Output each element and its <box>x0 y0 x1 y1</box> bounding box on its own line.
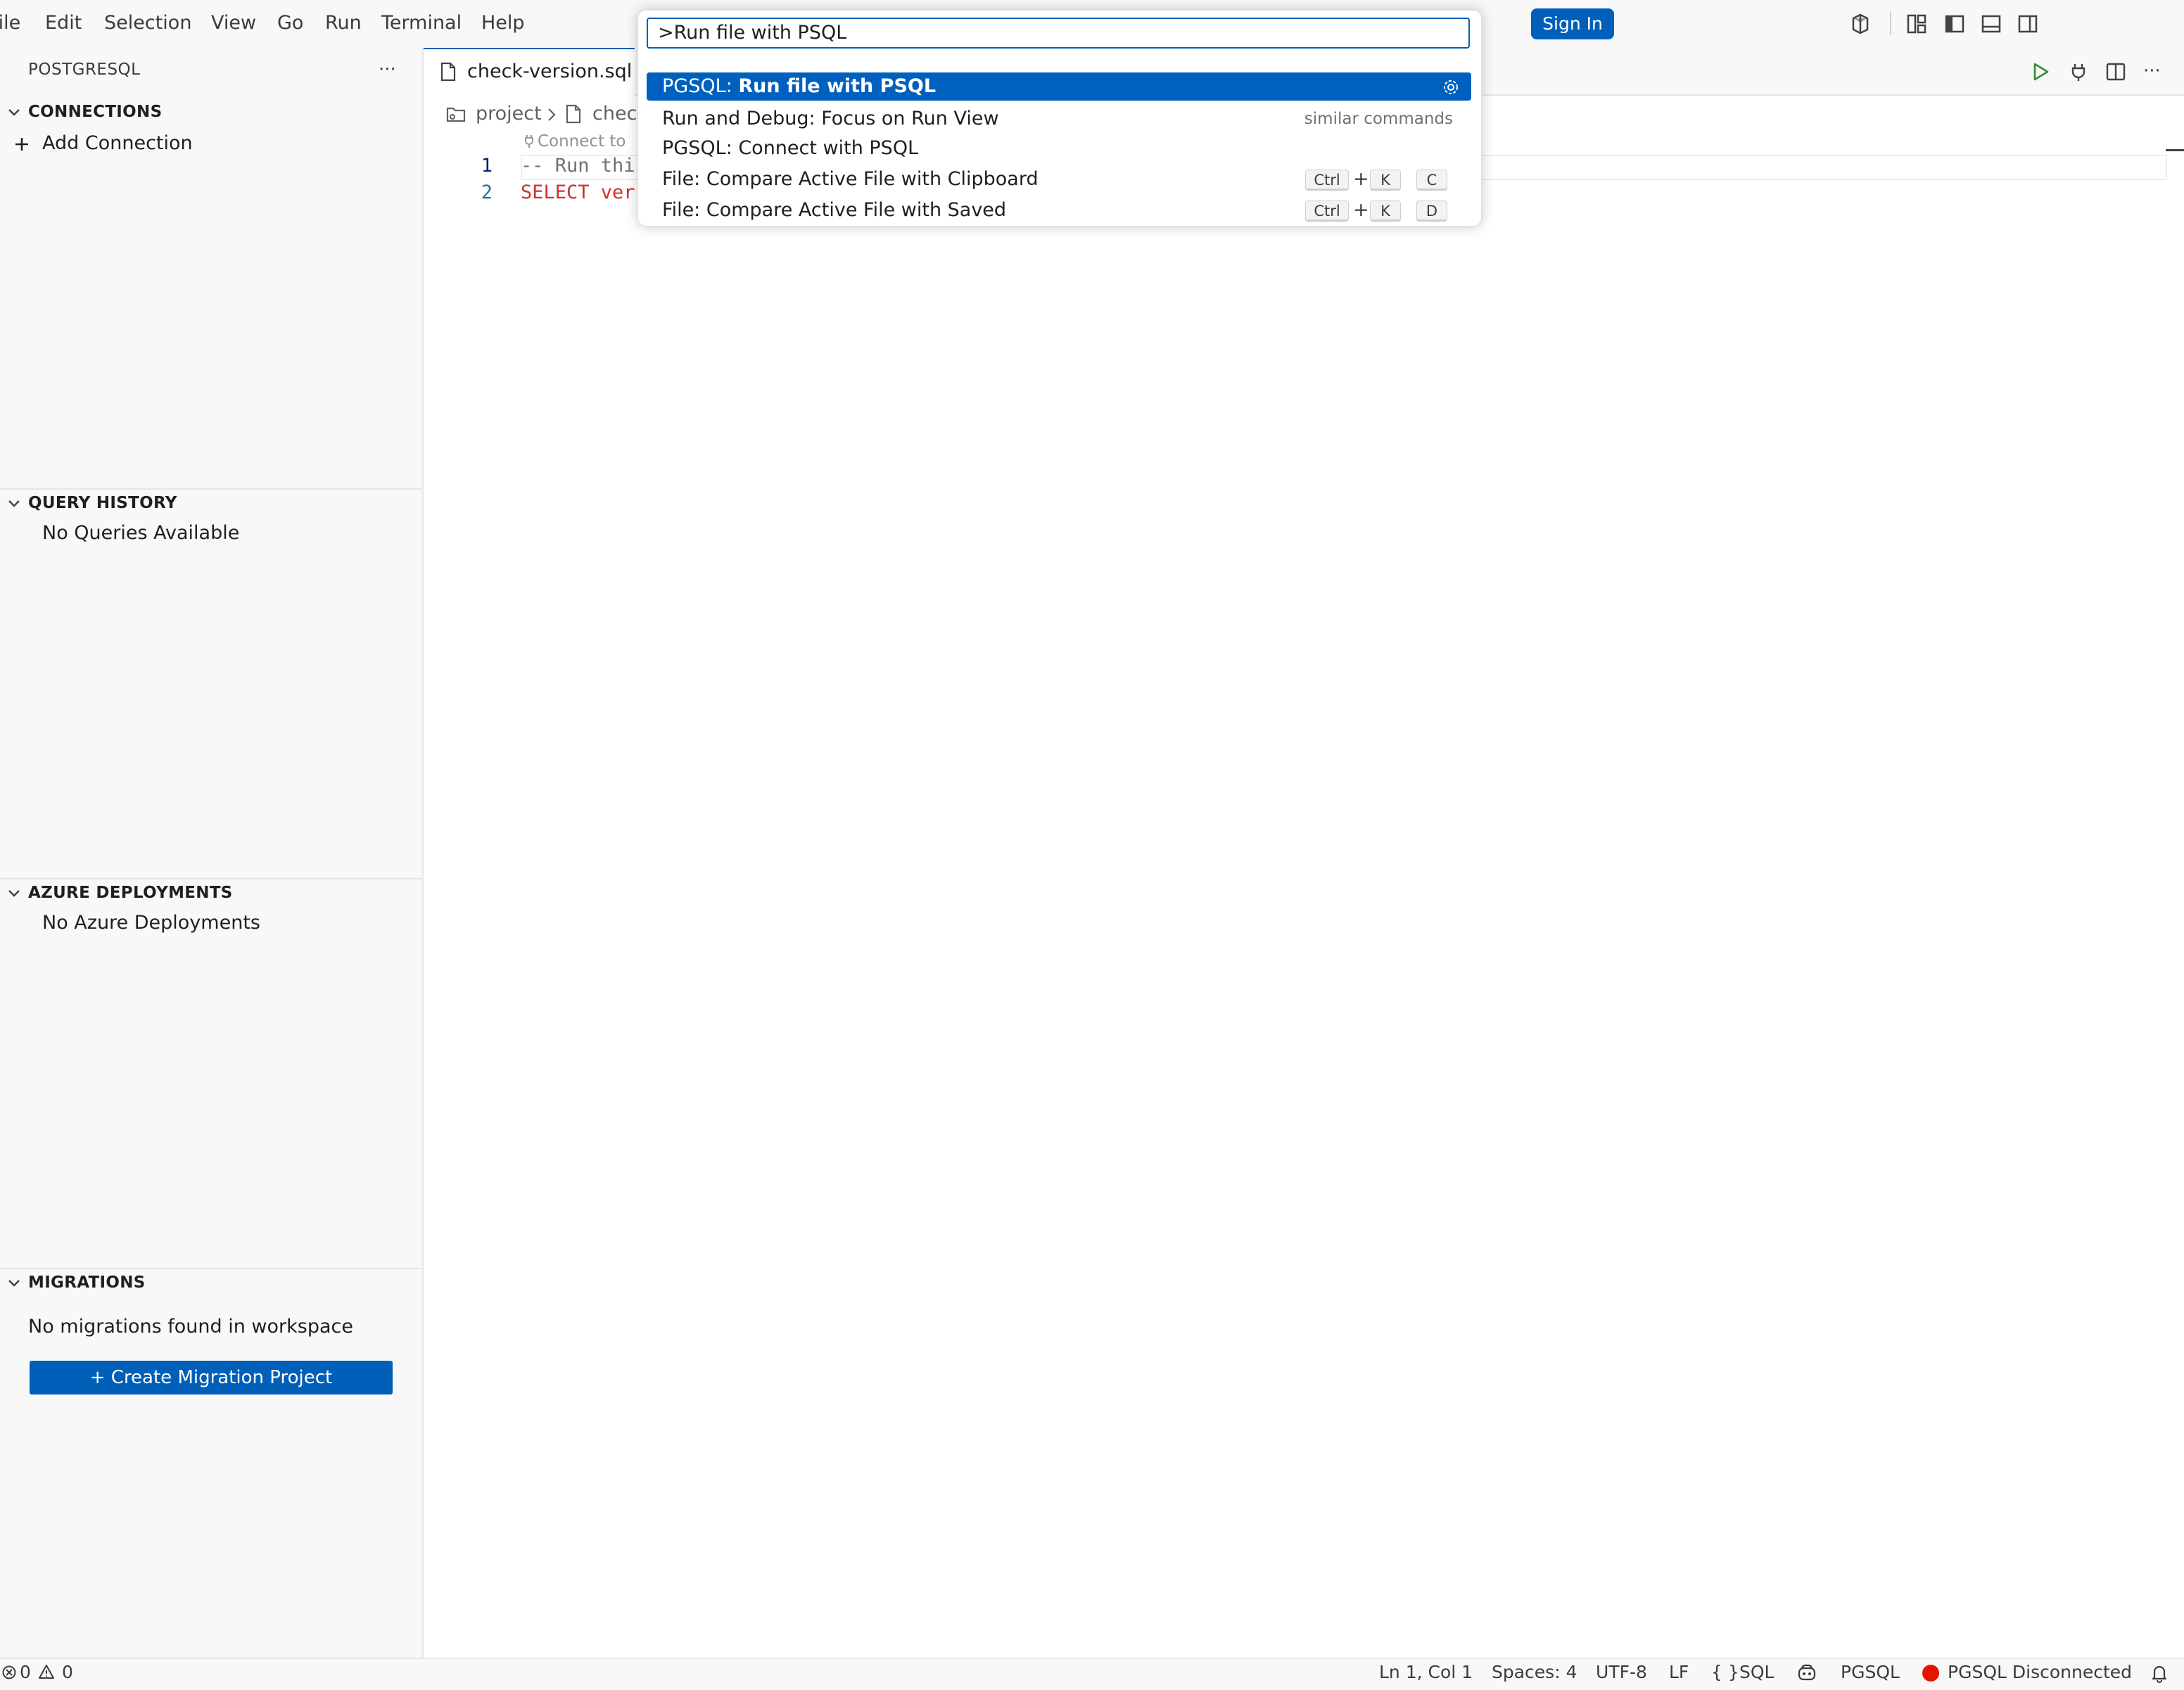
toggle-secondary-sidebar-icon[interactable] <box>2017 13 2039 35</box>
query-history-empty: No Queries Available <box>42 522 240 544</box>
keybinding-key: K <box>1370 170 1401 191</box>
keybinding-key: Ctrl <box>1305 201 1349 222</box>
chevron-down-icon <box>7 887 21 901</box>
palette-item-label: Run and Debug: Focus on Run View <box>662 108 999 129</box>
customize-layout-icon[interactable] <box>1905 13 1928 35</box>
chevron-right-icon <box>546 107 557 122</box>
sidebar <box>0 48 424 1658</box>
section-azure-deployments-label: AZURE DEPLOYMENTS <box>28 884 233 902</box>
run-icon[interactable] <box>2031 62 2050 82</box>
section-migrations-label: MIGRATIONS <box>28 1273 146 1292</box>
palette-item-prefix: PGSQL: <box>662 75 739 97</box>
sidebar-more-actions-icon[interactable]: ··· <box>379 59 396 80</box>
line-number: 1 <box>481 155 493 177</box>
keybinding-plus: + <box>1353 199 1369 221</box>
overview-ruler-cursor <box>2166 149 2184 151</box>
palette-item-label: File: Compare Active File with Saved <box>662 199 1007 221</box>
menu-file[interactable]: File <box>0 11 32 35</box>
folder-icon <box>446 104 466 124</box>
error-icon[interactable] <box>1 1665 17 1680</box>
menu-terminal[interactable]: Terminal <box>381 11 462 35</box>
chevron-down-icon <box>7 497 21 511</box>
keybinding-key: C <box>1416 170 1447 191</box>
copilot-status-icon[interactable] <box>1796 1662 1818 1683</box>
codelens-connect[interactable]: Connect to <box>538 132 626 151</box>
azure-deployments-empty: No Azure Deployments <box>42 912 260 934</box>
keybinding-key: Ctrl <box>1305 170 1349 191</box>
add-connection-button[interactable]: Add Connection <box>42 132 193 154</box>
line-number: 2 <box>481 182 493 203</box>
pgsql-connection-status[interactable]: PGSQL Disconnected <box>1948 1662 2132 1682</box>
keybinding-key: D <box>1416 201 1447 222</box>
warning-count[interactable]: 0 <box>62 1662 73 1682</box>
toggle-primary-sidebar-icon[interactable] <box>1943 13 1966 35</box>
gear-icon[interactable] <box>1442 78 1460 96</box>
plus-icon[interactable] <box>14 136 30 152</box>
menu-view[interactable]: View <box>211 11 256 35</box>
menu-help[interactable]: Help <box>481 11 525 35</box>
palette-item-focus-run-view[interactable]: Run and Debug: Focus on Run View similar… <box>647 105 1471 133</box>
braces-icon: { } <box>1711 1662 1739 1682</box>
section-query-history[interactable]: QUERY HISTORY <box>0 490 422 518</box>
menu-run[interactable]: Run <box>325 11 362 35</box>
palette-item-hint: similar commands <box>1304 110 1453 128</box>
palette-item-run-file-with-psql[interactable]: PGSQL: Run file with PSQL <box>647 72 1471 101</box>
command-palette: >Run file with PSQL PGSQL: Run file with… <box>637 10 1482 227</box>
create-migration-project-button[interactable]: + Create Migration Project <box>30 1361 393 1394</box>
breadcrumb-file[interactable]: chec <box>592 103 637 125</box>
code-line[interactable]: -- Run thi <box>521 155 635 177</box>
encoding[interactable]: UTF-8 <box>1596 1662 1647 1682</box>
migrations-empty: No migrations found in workspace <box>28 1316 353 1338</box>
connect-plug-icon[interactable] <box>2069 62 2088 82</box>
palette-item-compare-saved[interactable]: File: Compare Active File with Saved Ctr… <box>647 196 1471 224</box>
section-connections-label: CONNECTIONS <box>28 103 163 121</box>
sign-in-button[interactable]: Sign In <box>1531 8 1614 39</box>
command-palette-input[interactable]: >Run file with PSQL <box>647 18 1470 49</box>
palette-item-compare-clipboard[interactable]: File: Compare Active File with Clipboard… <box>647 165 1471 193</box>
chevron-down-icon <box>7 1276 21 1290</box>
sidebar-title: POSTGRESQL <box>28 61 141 79</box>
palette-item-connect-with-psql[interactable]: PGSQL: Connect with PSQL <box>647 134 1471 163</box>
menu-go[interactable]: Go <box>277 11 303 35</box>
bell-icon[interactable] <box>2150 1663 2169 1683</box>
cursor-position[interactable]: Ln 1, Col 1 <box>1379 1662 1473 1682</box>
file-icon <box>566 104 581 124</box>
error-count[interactable]: 0 <box>20 1662 31 1682</box>
section-migrations[interactable]: MIGRATIONS <box>0 1269 422 1297</box>
section-azure-deployments[interactable]: AZURE DEPLOYMENTS <box>0 879 422 908</box>
language-mode[interactable]: SQL <box>1739 1662 1774 1682</box>
palette-item-label: PGSQL: Connect with PSQL <box>662 137 919 159</box>
palette-item-label: File: Compare Active File with Clipboard <box>662 168 1039 190</box>
menu-selection[interactable]: Selection <box>104 11 191 35</box>
keybinding-key: K <box>1370 201 1401 222</box>
toggle-panel-icon[interactable] <box>1980 13 2002 35</box>
tab-label: check-version.sql <box>467 61 633 82</box>
section-connections[interactable]: CONNECTIONS <box>0 99 422 127</box>
keybinding-plus: + <box>1353 168 1369 190</box>
more-actions-icon[interactable]: ··· <box>2143 61 2161 82</box>
chevron-down-icon <box>7 106 21 120</box>
plug-icon <box>523 134 535 149</box>
split-editor-icon[interactable] <box>2105 62 2126 82</box>
warning-icon[interactable] <box>38 1663 55 1680</box>
menu-edit[interactable]: Edit <box>45 11 82 35</box>
copilot-icon[interactable] <box>1849 13 1872 35</box>
end-of-line[interactable]: LF <box>1669 1662 1689 1682</box>
titlebar-divider <box>1890 11 1891 35</box>
section-query-history-label: QUERY HISTORY <box>28 494 177 512</box>
file-icon <box>440 62 456 82</box>
code-line[interactable]: SELECT ver <box>521 182 635 203</box>
breadcrumb-folder[interactable]: project <box>476 103 542 125</box>
disconnected-indicator-icon <box>1922 1665 1939 1682</box>
palette-item-label: Run file with PSQL <box>738 75 937 97</box>
pgsql-status[interactable]: PGSQL <box>1841 1662 1900 1682</box>
indentation[interactable]: Spaces: 4 <box>1492 1662 1577 1682</box>
